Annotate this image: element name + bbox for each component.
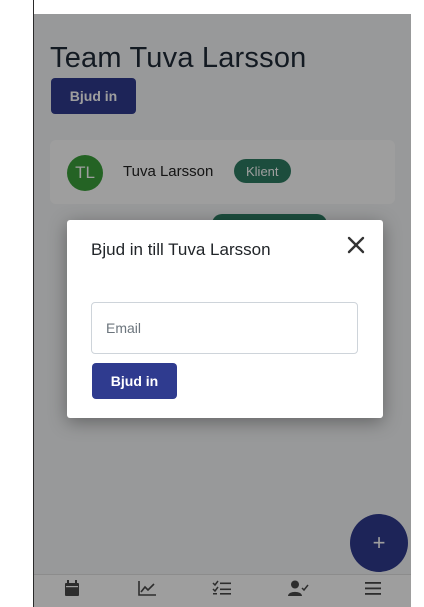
modal-title: Bjud in till Tuva Larsson [91,240,271,259]
close-icon [347,236,365,254]
modal-invite-button[interactable]: Bjud in [92,363,177,399]
close-button[interactable] [343,232,369,258]
email-field[interactable] [91,302,358,354]
invite-modal: Bjud in till Tuva Larsson Bjud in [67,220,383,418]
